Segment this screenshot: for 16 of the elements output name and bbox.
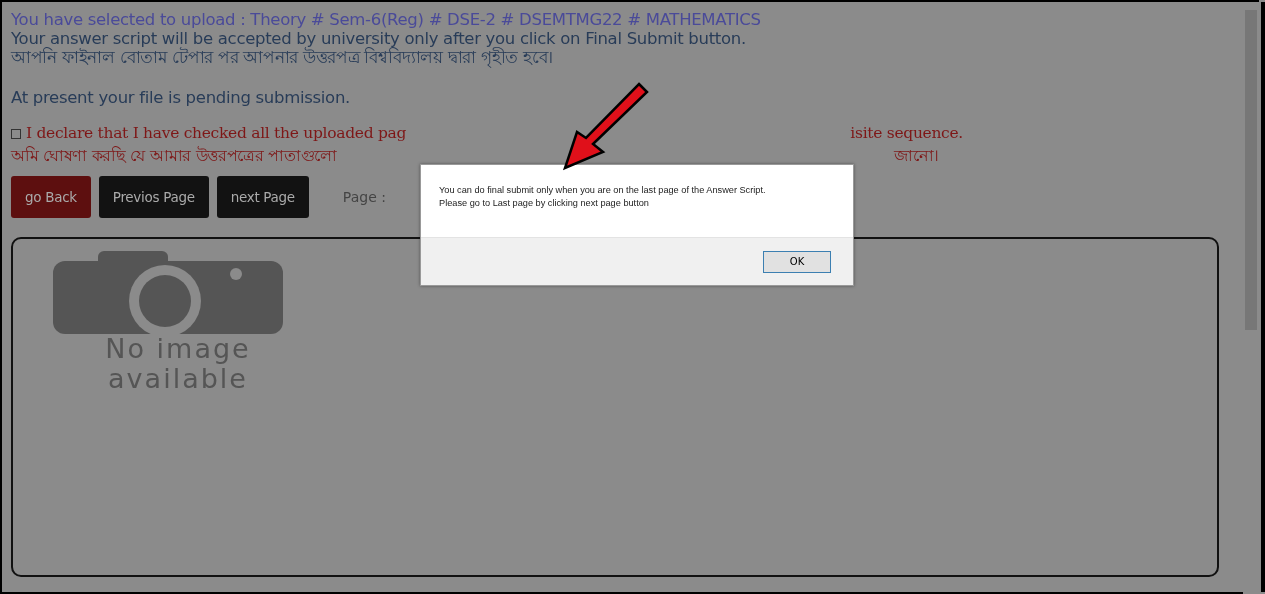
arrow-icon <box>562 82 649 171</box>
nav-button[interactable]: next Page <box>216 176 309 218</box>
declaration-text: I declare that I have checked all the uploaded pag <box>26 123 407 144</box>
nav-button[interactable]: go Back <box>11 176 91 218</box>
info-text: Your answer script will be accepted by university only after you click on Final Submit button. <box>11 29 747 48</box>
checkbox[interactable] <box>11 128 21 139</box>
selection-text: You have selected to upload : Theory # Sem-6(Reg) # DSE-2 # DSEMTMG22 # MATHEMATICS <box>11 10 762 29</box>
page-label: Page : <box>342 187 386 207</box>
declaration-text: isite sequence. <box>850 123 963 144</box>
dialog-message: You can do final submit only when you are on the last page of the Answer Script. Please go to Last page by clicking next page button <box>438 184 767 210</box>
info-text: আপনি ফাইনাল বোতাম টেপার পর আপনার উত্তরপত্র বিশ্ববিদ্যালয় দ্বারা গৃহীত হবে। <box>11 48 555 67</box>
nav-button[interactable]: Previos Page <box>98 176 209 218</box>
declaration-bengali-text: অমি ঘোষণা করছি যে আমার উত্তরপত্রের পাতাগুলো <box>11 145 338 167</box>
declaration-bengali-text: জানো। <box>893 146 939 167</box>
ok-button[interactable]: OK <box>763 250 831 273</box>
status-text: At present your file is pending submission. <box>11 88 351 107</box>
